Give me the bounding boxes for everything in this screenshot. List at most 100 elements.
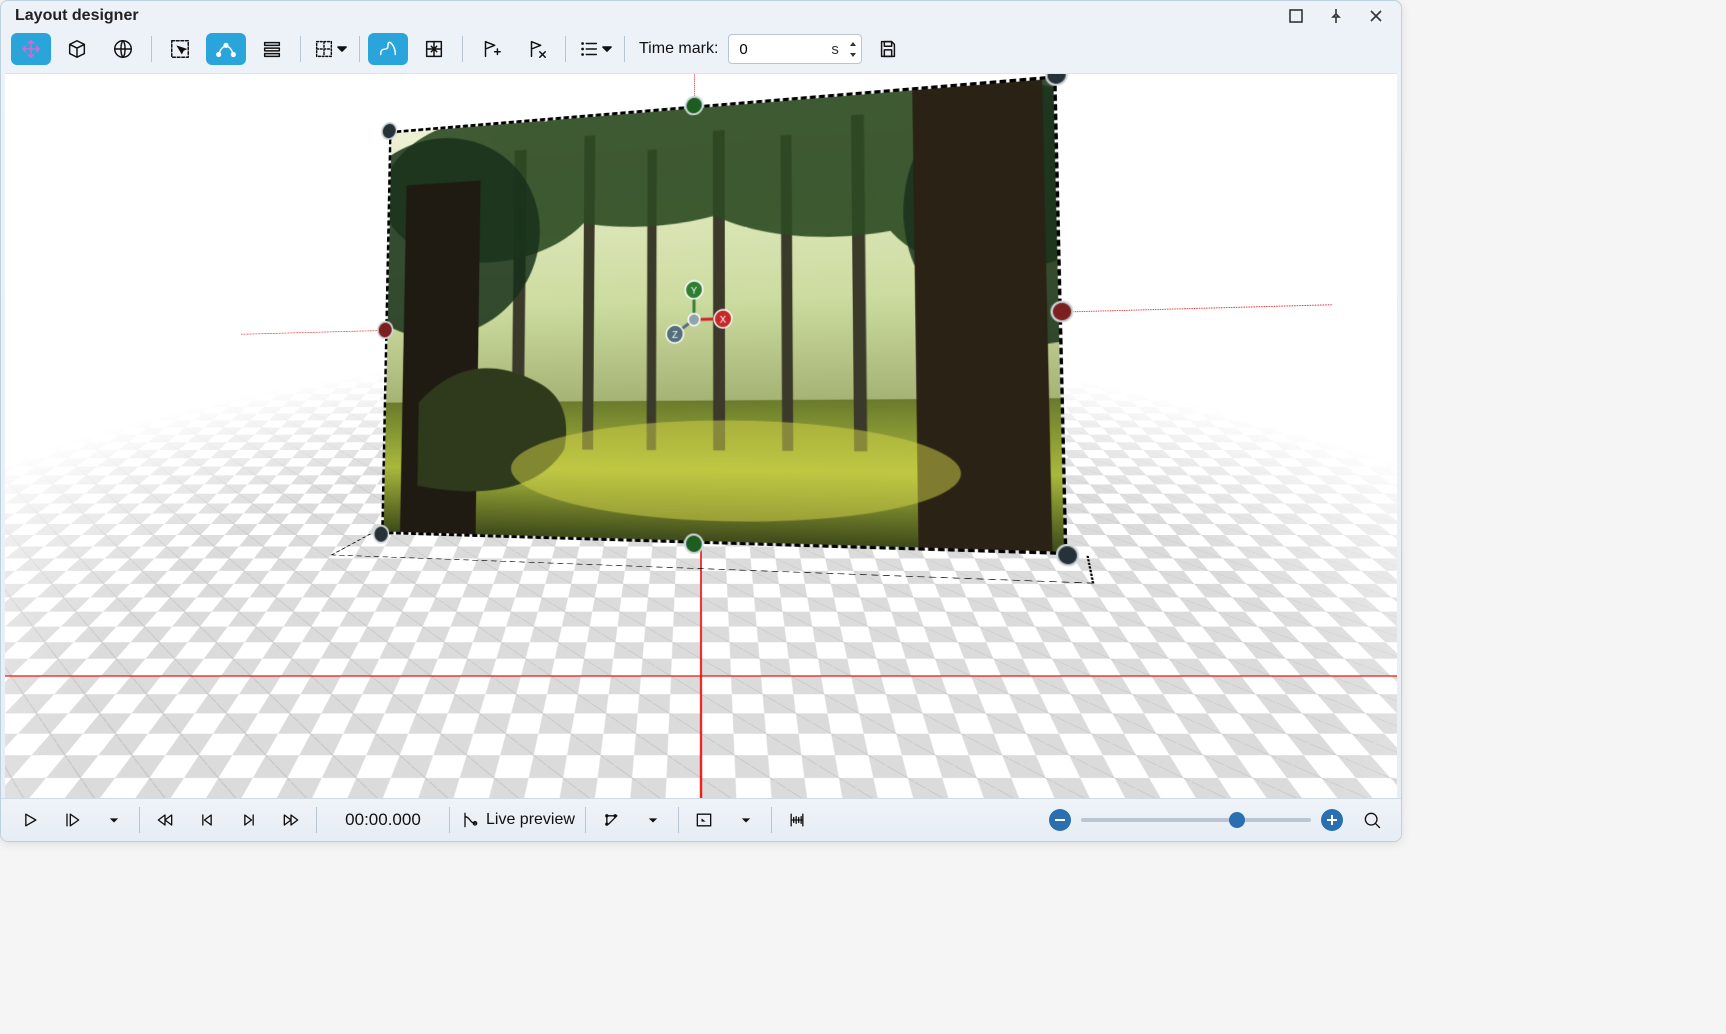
play-from-icon xyxy=(62,810,82,830)
flag-add-icon xyxy=(480,38,502,60)
time-mark-field[interactable]: s xyxy=(728,34,862,64)
align-icon xyxy=(261,38,283,60)
cube-tool[interactable] xyxy=(57,33,97,65)
live-preview-label: Live preview xyxy=(486,811,575,829)
frame-tool[interactable] xyxy=(414,33,454,65)
guide-line-left xyxy=(241,330,385,335)
chevron-down-icon xyxy=(643,810,663,830)
move-tool[interactable] xyxy=(11,33,51,65)
zoom-slider[interactable] xyxy=(1081,818,1311,822)
time-mark-step-down[interactable] xyxy=(847,50,859,60)
snapshot-caret[interactable] xyxy=(727,805,765,835)
toolbar-separator xyxy=(678,807,679,833)
canvas[interactable]: X Y Z xyxy=(5,73,1397,798)
zoom-slider-thumb[interactable] xyxy=(1229,812,1245,828)
plus-icon xyxy=(1325,813,1339,827)
cube-icon xyxy=(66,38,88,60)
next-frame-button[interactable] xyxy=(230,805,268,835)
titlebar: Layout designer xyxy=(1,1,1401,27)
maximize-button[interactable] xyxy=(1287,7,1305,25)
render-options-button[interactable] xyxy=(592,805,630,835)
live-preview-button[interactable]: Live preview xyxy=(456,805,579,835)
marquee-tool[interactable] xyxy=(160,33,200,65)
play-button[interactable] xyxy=(11,805,49,835)
rewind-start-button[interactable] xyxy=(146,805,184,835)
fast-forward-button[interactable] xyxy=(272,805,310,835)
window-controls xyxy=(1287,7,1391,25)
render-options-caret[interactable] xyxy=(634,805,672,835)
prev-frame-button[interactable] xyxy=(188,805,226,835)
move-icon xyxy=(20,38,42,60)
toolbar-separator xyxy=(316,807,317,833)
globe-tool[interactable] xyxy=(103,33,143,65)
list-tool[interactable] xyxy=(574,33,616,65)
play-from-caret[interactable] xyxy=(95,805,133,835)
flag-remove-tool[interactable] xyxy=(517,33,557,65)
list-icon xyxy=(578,38,600,60)
toolbar-separator xyxy=(300,36,301,62)
timecode: 00:00.000 xyxy=(323,810,443,830)
flag-remove-icon xyxy=(526,38,548,60)
zoom-out-button[interactable] xyxy=(1049,809,1071,831)
time-mark-unit: s xyxy=(831,41,839,58)
path-icon xyxy=(215,38,237,60)
path-tool[interactable] xyxy=(206,33,246,65)
close-button[interactable] xyxy=(1367,7,1385,25)
minus-icon xyxy=(1053,813,1067,827)
prev-frame-icon xyxy=(197,810,217,830)
toolbar-separator xyxy=(359,36,360,62)
toolbar-separator xyxy=(449,807,450,833)
render-options-icon xyxy=(601,810,621,830)
snapshot-icon xyxy=(694,810,714,830)
snapshot-button[interactable] xyxy=(685,805,723,835)
chevron-down-icon xyxy=(602,41,612,58)
curve-tool[interactable] xyxy=(368,33,408,65)
zoom-in-button[interactable] xyxy=(1321,809,1343,831)
selected-image-plane[interactable]: X Y Z xyxy=(381,75,1068,555)
fast-forward-icon xyxy=(281,810,301,830)
align-tool[interactable] xyxy=(252,33,292,65)
zoom-fit-icon xyxy=(1362,810,1382,830)
next-frame-icon xyxy=(239,810,259,830)
forest-image xyxy=(384,79,1064,552)
zoom-fit-button[interactable] xyxy=(1353,805,1391,835)
grid-icon xyxy=(313,38,335,60)
layout-designer-window: Layout designer xyxy=(0,0,1402,842)
window-title: Layout designer xyxy=(15,7,139,25)
toolbar-separator xyxy=(585,807,586,833)
toolbar-separator xyxy=(771,807,772,833)
curve-icon xyxy=(377,38,399,60)
marquee-icon xyxy=(169,38,191,60)
play-icon xyxy=(20,810,40,830)
toolbar-separator xyxy=(139,807,140,833)
guide-line-right xyxy=(1062,304,1332,312)
ruler-icon xyxy=(787,810,807,830)
zoom-control xyxy=(1049,805,1391,835)
flag-add-tool[interactable] xyxy=(471,33,511,65)
chevron-down-icon xyxy=(736,810,756,830)
ruler-button[interactable] xyxy=(778,805,816,835)
rewind-start-icon xyxy=(155,810,175,830)
chevron-down-icon xyxy=(104,810,124,830)
toolbar-separator xyxy=(151,36,152,62)
time-mark-step-up[interactable] xyxy=(847,39,859,49)
live-preview-icon xyxy=(460,810,480,830)
bottom-toolbar: 00:00.000 Live preview xyxy=(1,798,1401,841)
globe-icon xyxy=(112,38,134,60)
toolbar-separator xyxy=(462,36,463,62)
chevron-down-icon xyxy=(337,41,347,58)
save-icon xyxy=(877,38,899,60)
frame-icon xyxy=(423,38,445,60)
pin-button[interactable] xyxy=(1327,7,1345,25)
time-mark-input[interactable] xyxy=(737,40,821,59)
pin-icon xyxy=(1328,8,1344,24)
maximize-icon xyxy=(1288,8,1304,24)
play-from-button[interactable] xyxy=(53,805,91,835)
time-mark-label: Time mark: xyxy=(639,40,718,58)
toolbar-separator xyxy=(624,36,625,62)
toolbar-separator xyxy=(565,36,566,62)
grid-tool[interactable] xyxy=(309,33,351,65)
close-icon xyxy=(1368,8,1384,24)
save-button[interactable] xyxy=(868,33,908,65)
top-toolbar: Time mark: s xyxy=(1,27,1401,73)
